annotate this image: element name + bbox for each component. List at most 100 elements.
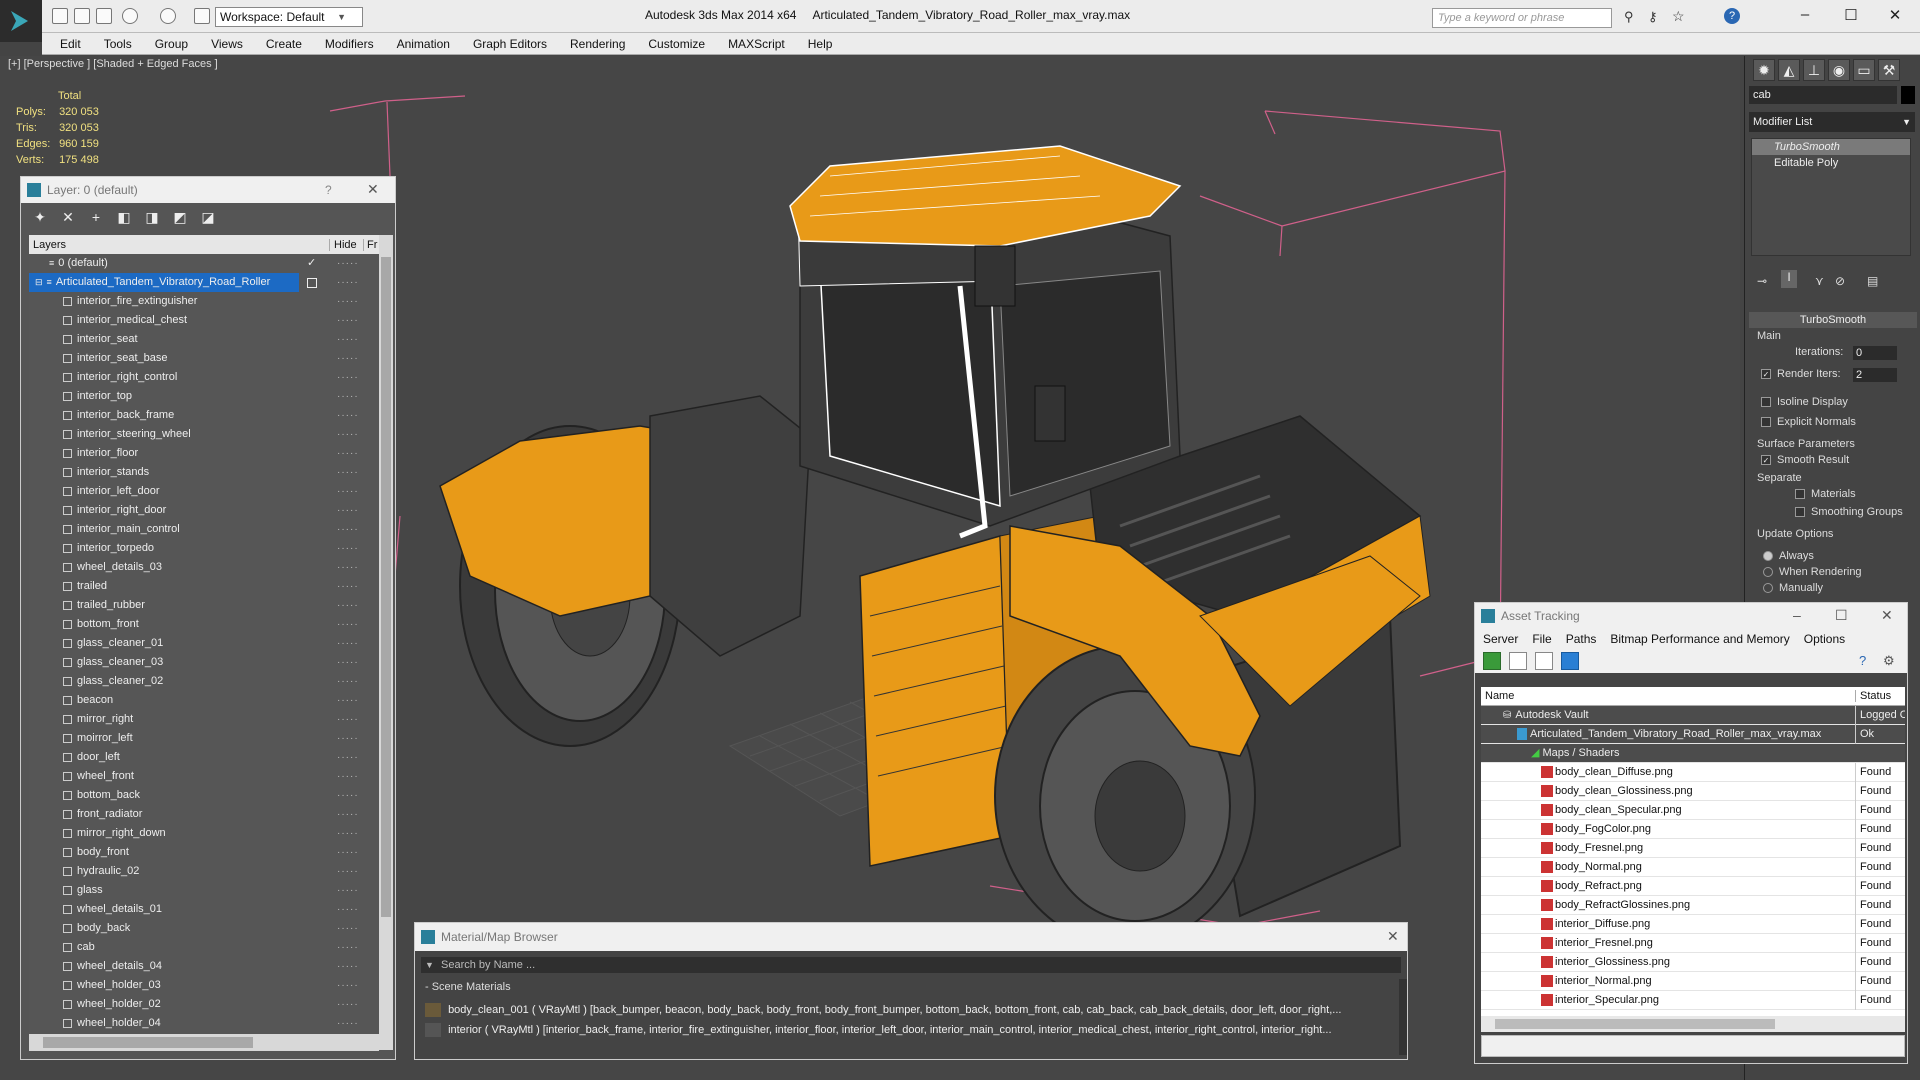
minimize-icon[interactable]: – — [1793, 607, 1801, 623]
new-layer-icon[interactable]: ✦ — [31, 209, 49, 227]
rollout-header[interactable]: TurboSmooth — [1749, 312, 1917, 328]
hide-toggle[interactable]: ····· — [337, 900, 359, 919]
asset-file-row[interactable]: body_Refract.png Found — [1481, 877, 1905, 896]
modify-tab-icon[interactable]: ◭ — [1778, 59, 1800, 81]
redo-icon[interactable] — [160, 8, 176, 24]
hide-toggle[interactable]: ····· — [337, 938, 359, 957]
hide-toggle[interactable]: ····· — [337, 254, 359, 273]
layer-object-row[interactable]: trailed ····· — [29, 577, 379, 596]
hide-toggle[interactable]: ····· — [337, 539, 359, 558]
layer-object-row[interactable]: wheel_holder_04 ····· — [29, 1014, 379, 1033]
menu-create[interactable]: Create — [266, 37, 302, 51]
active-check-icon[interactable]: ✓ — [307, 254, 316, 273]
scene-materials-group[interactable]: - Scene Materials — [421, 979, 1401, 995]
layer-object-row[interactable]: front_radiator ····· — [29, 805, 379, 824]
maximize-icon[interactable]: ☐ — [1835, 607, 1848, 624]
layer-row-road-roller[interactable]: ⊟ ≡ Articulated_Tandem_Vibratory_Road_Ro… — [29, 273, 379, 292]
settings-icon[interactable]: ⚙ — [1883, 653, 1895, 669]
layer-object-row[interactable]: interior_medical_chest ····· — [29, 311, 379, 330]
select-objects-icon[interactable]: ◧ — [115, 209, 133, 227]
menu-maxscript[interactable]: MAXScript — [728, 37, 785, 51]
hide-toggle[interactable]: ····· — [337, 691, 359, 710]
scroll-thumb[interactable] — [381, 257, 391, 917]
hide-all-layers-icon[interactable]: ◩ — [171, 209, 189, 227]
layer-object-row[interactable]: interior_main_control ····· — [29, 520, 379, 539]
project-folder-icon[interactable] — [194, 8, 210, 24]
menu-customize[interactable]: Customize — [648, 37, 705, 51]
hide-toggle[interactable]: ····· — [337, 919, 359, 938]
layer-object-row[interactable]: glass_cleaner_02 ····· — [29, 672, 379, 691]
smoothing-groups-checkbox[interactable] — [1795, 507, 1805, 518]
menu-edit[interactable]: Edit — [60, 37, 81, 51]
material-browser-header[interactable]: Material/Map Browser ✕ — [415, 923, 1407, 951]
menu-options[interactable]: Options — [1804, 632, 1845, 646]
hide-toggle[interactable]: ····· — [337, 881, 359, 900]
iterations-spinner[interactable]: 0 — [1853, 346, 1897, 360]
asset-file-row[interactable]: body_Fresnel.png Found — [1481, 839, 1905, 858]
hide-toggle[interactable]: ····· — [337, 368, 359, 387]
hide-toggle[interactable]: ····· — [337, 786, 359, 805]
hide-toggle[interactable]: ····· — [337, 406, 359, 425]
layer-object-row[interactable]: wheel_holder_03 ····· — [29, 976, 379, 995]
material-search-input[interactable]: ▼ Search by Name ... — [421, 957, 1401, 973]
hide-toggle[interactable]: ····· — [337, 976, 359, 995]
detail-view-icon[interactable] — [1535, 652, 1553, 670]
make-unique-icon[interactable]: ⋎ — [1815, 274, 1824, 288]
hide-toggle[interactable]: ····· — [337, 672, 359, 691]
asset-file-row[interactable]: interior_Glossiness.png Found — [1481, 953, 1905, 972]
viewport-label[interactable]: [+] [Perspective ] [Shaded + Edged Faces… — [8, 58, 218, 70]
show-end-result-icon[interactable]: I — [1781, 270, 1797, 288]
hide-toggle[interactable]: ····· — [337, 596, 359, 615]
app-logo-icon[interactable] — [0, 0, 42, 42]
menu-bitmap-performance[interactable]: Bitmap Performance and Memory — [1610, 632, 1789, 646]
layer-object-row[interactable]: interior_steering_wheel ····· — [29, 425, 379, 444]
hide-toggle[interactable]: ····· — [337, 805, 359, 824]
horizontal-scrollbar[interactable] — [1481, 1016, 1905, 1032]
asset-file-row[interactable]: body_clean_Diffuse.png Found — [1481, 763, 1905, 782]
object-name-input[interactable]: cab — [1749, 86, 1897, 104]
smooth-result-checkbox[interactable]: ✓ — [1761, 455, 1771, 466]
asset-row-vault[interactable]: ⛁ Autodesk Vault Logged O — [1481, 706, 1905, 725]
layer-object-row[interactable]: interior_right_control ····· — [29, 368, 379, 387]
isoline-checkbox[interactable] — [1761, 397, 1771, 408]
object-color-swatch[interactable] — [1901, 86, 1915, 104]
layer-object-row[interactable]: wheel_holder_02 ····· — [29, 995, 379, 1014]
layer-object-row[interactable]: glass_cleaner_01 ····· — [29, 634, 379, 653]
render-iters-spinner[interactable]: 2 — [1853, 368, 1897, 382]
hide-toggle[interactable]: ····· — [337, 387, 359, 406]
hide-toggle[interactable]: ····· — [337, 710, 359, 729]
menu-file[interactable]: File — [1532, 632, 1551, 646]
layer-row-default[interactable]: ≡ 0 (default) ✓ ····· — [29, 254, 379, 273]
hide-toggle[interactable]: ····· — [337, 729, 359, 748]
render-iters-checkbox[interactable]: ✓ — [1761, 369, 1771, 380]
asset-file-row[interactable]: body_Normal.png Found — [1481, 858, 1905, 877]
explicit-normals-checkbox[interactable] — [1761, 417, 1771, 428]
hide-toggle[interactable]: ····· — [337, 653, 359, 672]
col-status[interactable]: Status — [1855, 690, 1891, 702]
hide-toggle[interactable]: ····· — [337, 767, 359, 786]
layer-object-row[interactable]: interior_right_door ····· — [29, 501, 379, 520]
remove-modifier-icon[interactable]: ⊘ — [1835, 274, 1845, 288]
when-rendering-radio[interactable] — [1763, 567, 1773, 578]
modifier-list-dropdown[interactable]: Modifier List ▼ — [1749, 112, 1915, 132]
scroll-thumb[interactable] — [43, 1037, 253, 1048]
hide-toggle[interactable]: ····· — [337, 843, 359, 862]
highlight-layer-icon[interactable]: ◨ — [143, 209, 161, 227]
col-freeze[interactable]: Fr — [363, 238, 377, 251]
layer-object-row[interactable]: wheel_front ····· — [29, 767, 379, 786]
layer-object-row[interactable]: moirror_left ····· — [29, 729, 379, 748]
layer-object-row[interactable]: interior_stands ····· — [29, 463, 379, 482]
layer-object-row[interactable]: trailed_rubber ····· — [29, 596, 379, 615]
menu-paths[interactable]: Paths — [1566, 632, 1597, 646]
layer-object-row[interactable]: body_front ····· — [29, 843, 379, 862]
menu-help[interactable]: Help — [808, 37, 833, 51]
close-icon[interactable]: ✕ — [367, 181, 379, 198]
layer-object-row[interactable]: interior_seat_base ····· — [29, 349, 379, 368]
table-view-icon[interactable] — [1561, 652, 1579, 670]
hide-toggle[interactable]: ····· — [337, 482, 359, 501]
help-icon[interactable]: ? — [1859, 653, 1866, 668]
save-file-icon[interactable] — [96, 8, 112, 24]
hide-toggle[interactable]: ····· — [337, 824, 359, 843]
layer-object-row[interactable]: wheel_details_03 ····· — [29, 558, 379, 577]
menu-graph-editors[interactable]: Graph Editors — [473, 37, 547, 51]
